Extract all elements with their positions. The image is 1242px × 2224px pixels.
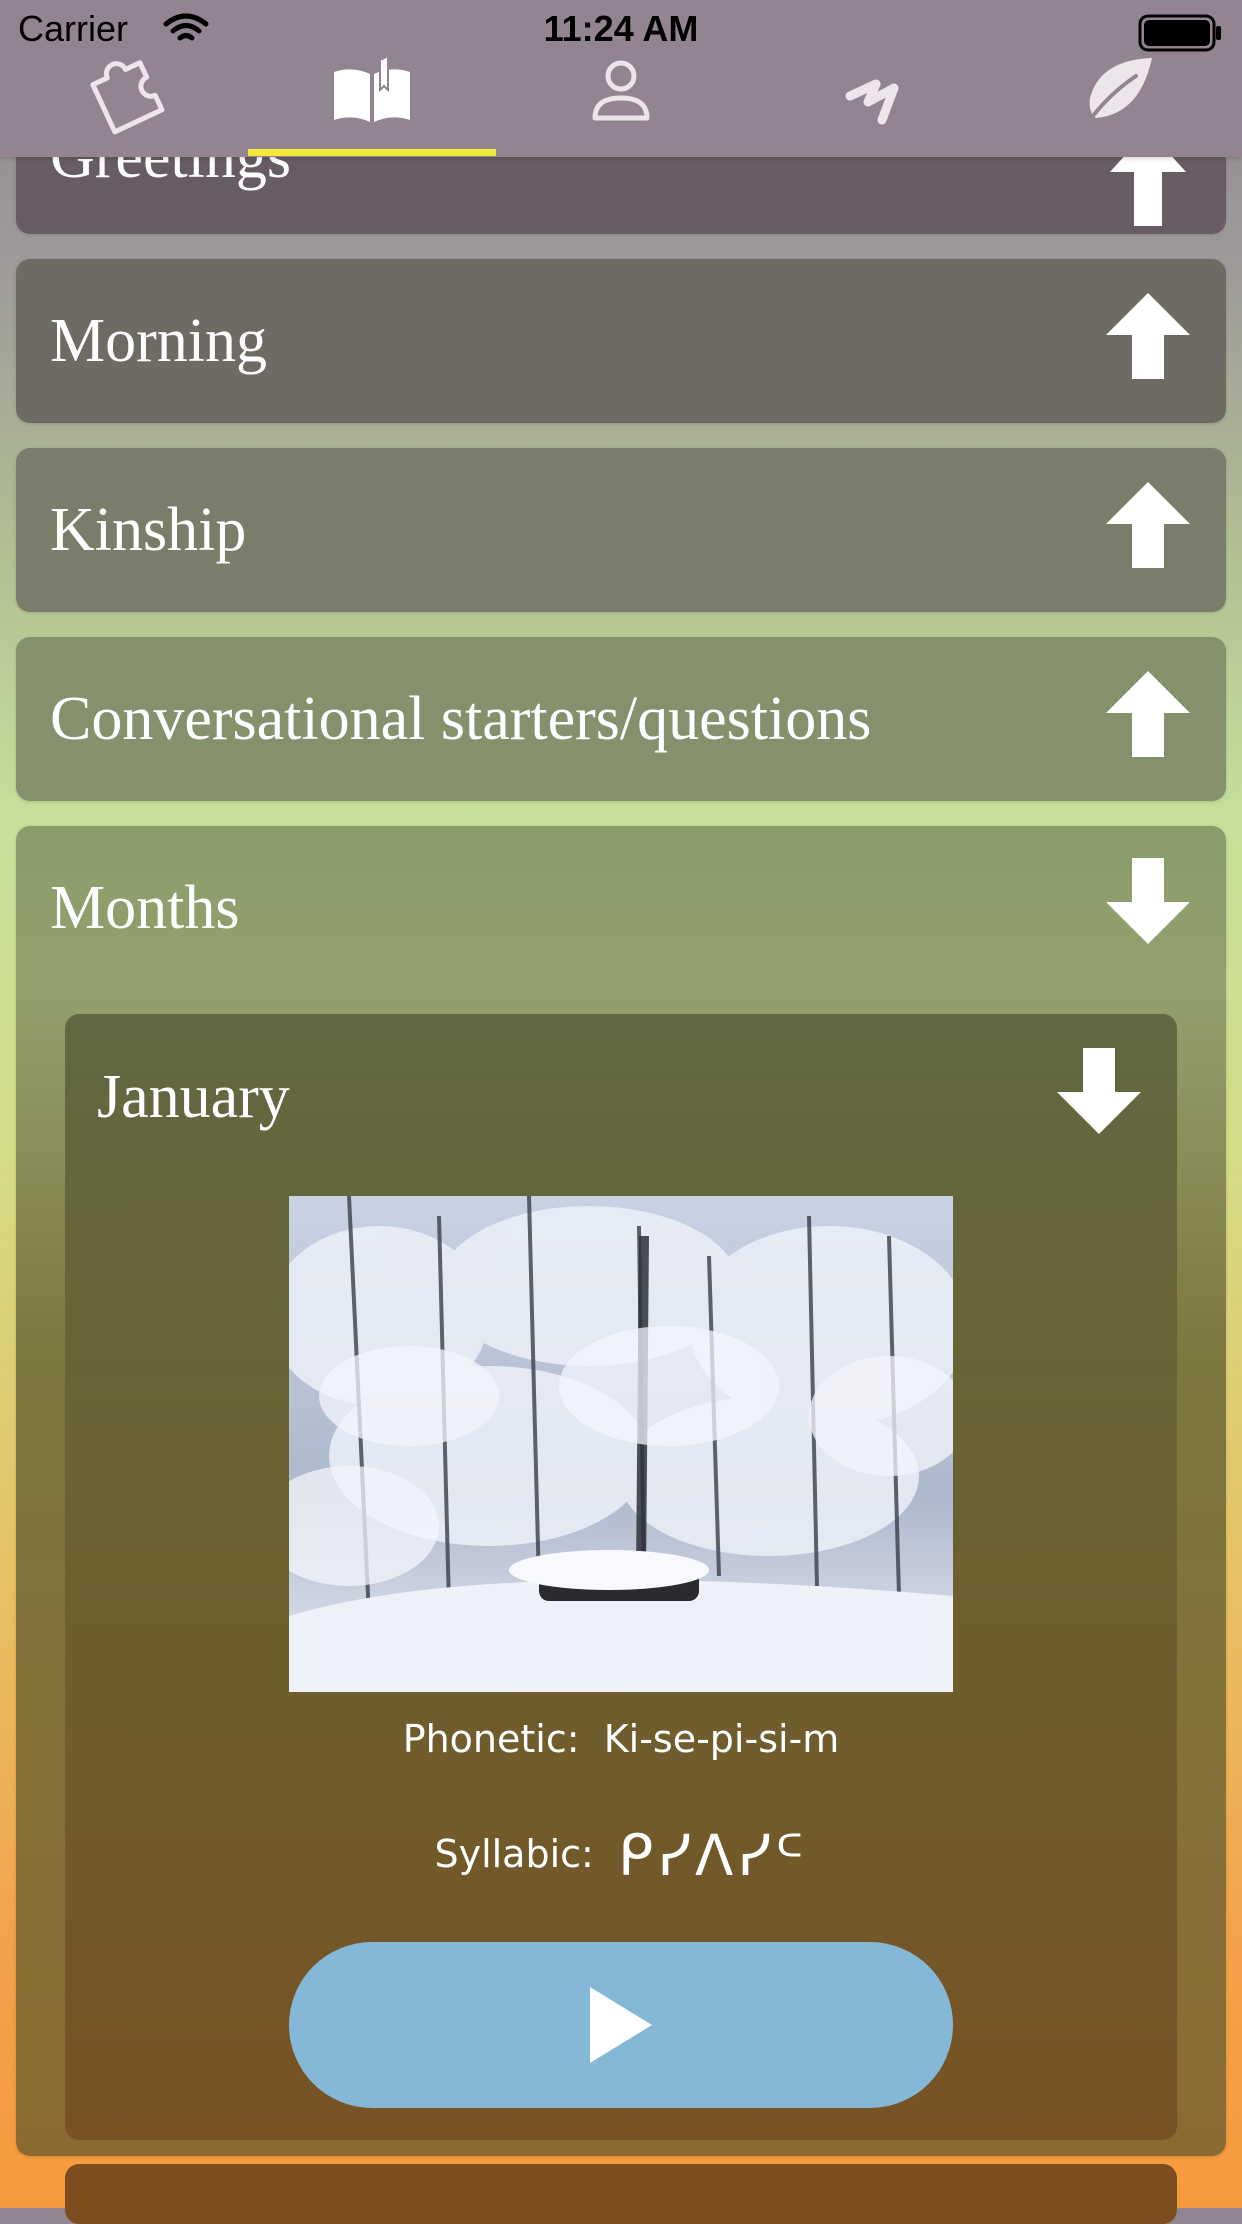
snowy-forest-image bbox=[289, 1196, 953, 1692]
syllabic-row: Syllabic: ᑭᓯᐱᓯᒼ bbox=[65, 1824, 1177, 1889]
category-morning[interactable]: Morning bbox=[16, 259, 1226, 423]
active-tab-indicator bbox=[248, 149, 496, 156]
category-label: Months bbox=[50, 874, 240, 942]
arrow-down-icon bbox=[1106, 858, 1190, 944]
syllabic-value: ᑭᓯᐱᓯᒼ bbox=[618, 1824, 808, 1889]
tab-lightning[interactable] bbox=[790, 40, 950, 140]
phonetic-label: Phonetic: bbox=[402, 1717, 580, 1761]
category-kinship[interactable]: Kinship bbox=[16, 448, 1226, 612]
tab-person[interactable] bbox=[541, 40, 701, 140]
month-label: January bbox=[97, 1063, 290, 1131]
category-label: Morning bbox=[50, 307, 267, 375]
phonetic-value: Ki-se-pi-si-m bbox=[603, 1717, 840, 1761]
lightning-icon bbox=[845, 79, 899, 125]
play-icon bbox=[590, 1987, 652, 2063]
play-audio-button[interactable] bbox=[289, 1942, 953, 2108]
leaf-icon bbox=[1082, 58, 1152, 130]
category-label: Kinship bbox=[50, 496, 247, 564]
book-icon bbox=[334, 54, 410, 122]
tab-leaf[interactable] bbox=[1038, 40, 1198, 140]
phonetic-row: Phonetic: Ki-se-pi-si-m bbox=[65, 1717, 1177, 1761]
top-bar: Carrier 11:24 AM bbox=[0, 0, 1242, 157]
puzzle-icon bbox=[90, 60, 165, 135]
person-icon bbox=[592, 60, 650, 121]
arrow-up-icon bbox=[1106, 482, 1190, 568]
category-label: Conversational starters/questions bbox=[50, 685, 872, 753]
syllabic-label: Syllabic: bbox=[434, 1832, 594, 1876]
tab-puzzle[interactable] bbox=[44, 40, 204, 140]
month-card-january[interactable]: January Phonetic: Ki-se-pi-si-m Syllabic… bbox=[65, 1014, 1177, 2140]
arrow-down-icon bbox=[1057, 1048, 1141, 1134]
arrow-up-icon bbox=[1106, 293, 1190, 379]
tab-book[interactable] bbox=[292, 40, 452, 140]
month-card-next[interactable] bbox=[65, 2164, 1177, 2224]
category-conversational[interactable]: Conversational starters/questions bbox=[16, 637, 1226, 801]
arrow-up-icon bbox=[1106, 671, 1190, 757]
